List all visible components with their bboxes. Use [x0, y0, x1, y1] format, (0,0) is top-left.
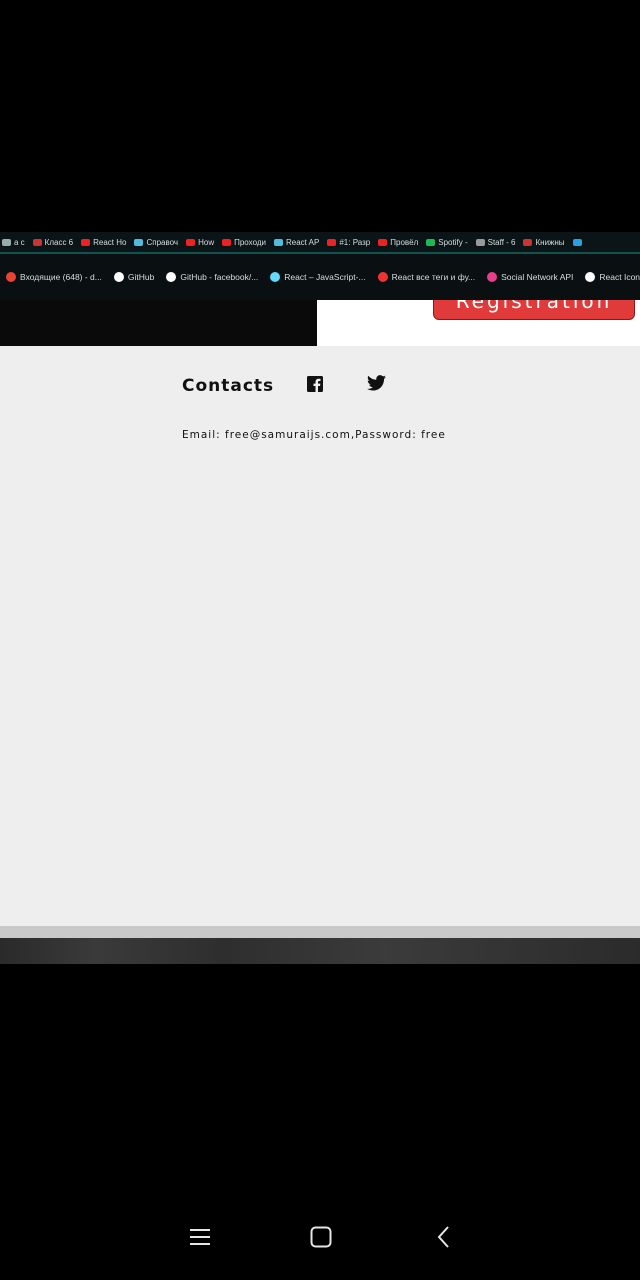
header-left-panel — [0, 300, 317, 346]
browser-tab[interactable]: Книжны — [521, 232, 570, 252]
tab-label: #1: Разр — [339, 237, 371, 247]
bookmark-item[interactable]: GitHub — [108, 272, 160, 282]
browser-tab[interactable] — [571, 232, 591, 252]
bottom-band — [0, 938, 640, 964]
tab-favicon-icon — [2, 238, 11, 246]
facebook-icon[interactable] — [307, 376, 323, 392]
bookmark-item[interactable]: React – JavaScript-... — [264, 272, 371, 282]
home-button[interactable] — [304, 1220, 338, 1254]
bookmark-item[interactable]: React Icons — [579, 272, 640, 282]
tab-label: Книжны — [535, 237, 565, 247]
tab-favicon-icon — [426, 238, 436, 246]
back-button[interactable] — [427, 1220, 461, 1254]
tab-favicon-icon — [134, 238, 144, 246]
bookmark-label: React все теги и фу... — [391, 272, 476, 282]
tab-label: Spotify - — [438, 237, 468, 247]
tab-favicon-icon — [81, 238, 91, 246]
browser-tab[interactable]: Staff - 6 — [474, 232, 522, 252]
browser-tab[interactable]: How — [184, 232, 220, 252]
tab-label: React AP — [286, 237, 320, 247]
close-icon — [377, 272, 388, 282]
bookmark-label: GitHub — [127, 272, 155, 282]
menu-button[interactable] — [183, 1220, 217, 1254]
bookmark-label: Social Network API — [501, 272, 574, 282]
tab-label: Справоч — [146, 237, 179, 247]
tab-label: Провёл — [390, 237, 419, 247]
login-info-text: Email: free@samuraijs.com,Password: free — [182, 429, 446, 441]
bookmark-item[interactable]: Social Network API — [481, 272, 579, 282]
tab-favicon-icon — [186, 238, 196, 246]
browser-tab-strip: а с Класс 6 React Ho Справоч How Проходи React… — [0, 232, 640, 254]
github-icon — [113, 272, 124, 282]
tab-favicon-icon — [572, 238, 582, 246]
tab-favicon-icon — [32, 238, 42, 246]
tab-label: Проходи — [234, 237, 266, 247]
tab-label: How — [198, 237, 215, 247]
tab-favicon-icon — [274, 238, 283, 246]
bookmark-item[interactable]: React все теги и фу... — [372, 272, 482, 282]
tab-favicon-icon — [378, 238, 388, 246]
browser-tab[interactable]: #1: Разр — [325, 232, 376, 252]
tab-label: Staff - 6 — [487, 237, 516, 247]
registration-button[interactable]: Registration — [433, 300, 635, 320]
bookmark-label: Входящие (648) - d... — [20, 272, 102, 282]
divider-light — [0, 926, 640, 938]
tab-favicon-icon — [475, 238, 485, 246]
document-icon — [585, 272, 596, 282]
browser-tab[interactable]: Проходи — [220, 232, 272, 252]
tab-favicon-icon — [327, 238, 337, 246]
contacts-title: Contacts — [182, 376, 275, 396]
tab-favicon-icon — [523, 238, 533, 246]
twitter-icon[interactable] — [367, 375, 386, 391]
browser-tab[interactable]: Spotify - — [424, 232, 473, 252]
bookmark-item[interactable]: Входящие (648) - d... — [0, 272, 108, 282]
tab-label: Класс 6 — [44, 237, 74, 247]
browser-tab[interactable]: Провёл — [376, 232, 424, 252]
tab-label: React Ho — [93, 237, 127, 247]
header-right-panel: Registration — [317, 300, 640, 346]
bookmark-item[interactable]: GitHub - facebook/... — [160, 272, 264, 282]
bookmark-label: React – JavaScript-... — [284, 272, 366, 282]
tab-favicon-icon — [222, 238, 232, 246]
circle-icon — [487, 272, 498, 282]
back-icon — [437, 1226, 449, 1248]
gmail-icon — [6, 272, 16, 282]
browser-tab[interactable]: React AP — [272, 232, 325, 252]
browser-tab[interactable]: React Ho — [79, 232, 132, 252]
react-icon — [270, 272, 281, 282]
bookmark-label: GitHub - facebook/... — [180, 272, 259, 282]
menu-icon — [190, 1229, 210, 1245]
browser-tab[interactable]: Справоч — [132, 232, 184, 252]
home-icon — [310, 1226, 332, 1248]
bookmark-label: React Icons — [599, 272, 640, 282]
browser-tab[interactable]: Класс 6 — [31, 232, 79, 252]
tab-label: а с — [14, 237, 25, 247]
bookmarks-bar: Входящие (648) - d... GitHub GitHub - face… — [0, 254, 640, 300]
github-icon — [166, 272, 177, 282]
browser-tab[interactable]: а с — [0, 232, 31, 252]
